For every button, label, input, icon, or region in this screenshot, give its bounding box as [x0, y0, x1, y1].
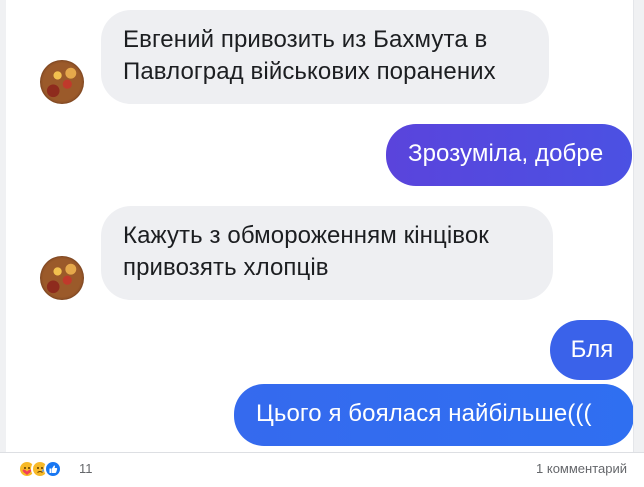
comments-link[interactable]: 1 комментарий [536, 461, 627, 476]
message-text: Евгений привозить из Бахмута в Павлоград… [123, 26, 496, 85]
message-text: Цього я боялася найбільше((( [256, 400, 592, 427]
incoming-message: Кажуть з обмороженням кінцівок привозять… [101, 206, 553, 300]
like-icon [44, 460, 62, 478]
sender-avatar [40, 256, 84, 300]
outgoing-message: Бля [550, 320, 634, 380]
post-footer: 11 1 комментарий [0, 452, 644, 487]
incoming-message: Евгений привозить из Бахмута в Павлоград… [101, 10, 549, 104]
message-text: Кажуть з обмороженням кінцівок привозять… [123, 222, 489, 281]
right-frame [633, 0, 644, 452]
outgoing-message: Зрозуміла, добре [386, 124, 632, 186]
reaction-count[interactable]: 11 [79, 461, 93, 476]
chat-screenshot: Евгений привозить из Бахмута в Павлоград… [6, 0, 634, 452]
message-text: Зрозуміла, добре [408, 140, 604, 167]
message-text: Бля [570, 336, 614, 363]
reactions-summary[interactable] [18, 460, 62, 478]
outgoing-message: Цього я боялася найбільше((( [234, 384, 634, 446]
sender-avatar [40, 60, 84, 104]
